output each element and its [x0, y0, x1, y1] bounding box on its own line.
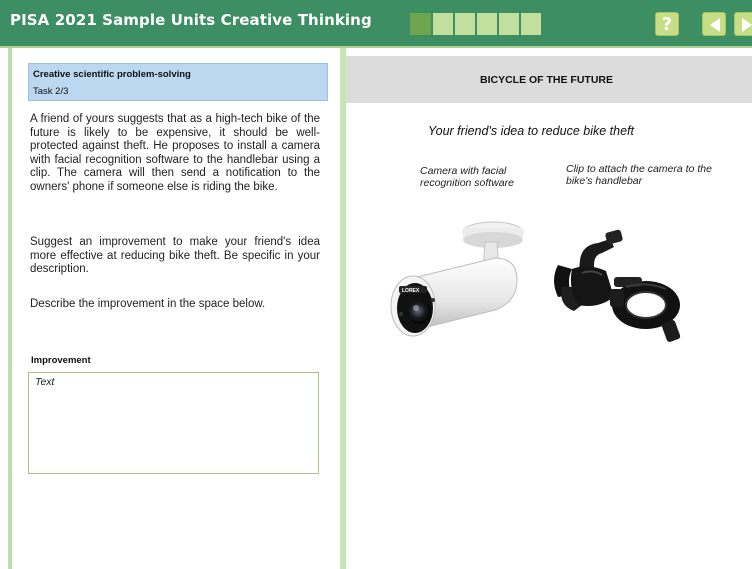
progress-segment [521, 13, 541, 35]
task-type: Creative scientific problem-solving [33, 69, 191, 80]
question-paragraph-3: Describe the improvement in the space be… [30, 298, 266, 310]
arrow-left-icon [710, 18, 720, 32]
app-title: PISA 2021 Sample Units Creative Thinking [10, 11, 372, 29]
camera-brand-text: LOREX [402, 288, 420, 294]
progress-segment [433, 13, 453, 35]
help-icon: ? [661, 14, 673, 35]
progress-segment [477, 13, 497, 35]
clip-caption: Clip to attach the camera to the bike's … [566, 163, 712, 187]
help-button[interactable]: ? [655, 12, 679, 36]
left-stripe [8, 48, 12, 569]
question-paragraph-2: Suggest an improvement to make your frie… [30, 236, 320, 275]
improvement-label: Improvement [31, 355, 91, 366]
progress-segment-current [410, 13, 431, 35]
clip-image [554, 229, 681, 342]
answer-placeholder: Text [35, 376, 55, 388]
next-button[interactable] [734, 12, 752, 36]
stimulus-subtitle: Your friend's idea to reduce bike theft [428, 124, 634, 138]
app-header: PISA 2021 Sample Units Creative Thinking… [0, 0, 752, 48]
improvement-textarea[interactable]: Text [28, 372, 319, 474]
camera-caption: Camera with facial recognition software [420, 165, 514, 189]
stimulus-title: BICYCLE OF THE FUTURE [480, 74, 613, 86]
progress-segment [455, 13, 475, 35]
previous-button[interactable] [702, 12, 726, 36]
progress-segment [499, 13, 519, 35]
arrow-right-icon [742, 18, 752, 32]
progress-bar [410, 13, 541, 35]
question-paragraph-1: A friend of yours suggests that as a hig… [30, 113, 320, 193]
task-header: Creative scientific problem-solving Task… [28, 63, 328, 101]
camera-image: LOREX [390, 221, 524, 337]
task-number: Task 2/3 [33, 86, 69, 97]
